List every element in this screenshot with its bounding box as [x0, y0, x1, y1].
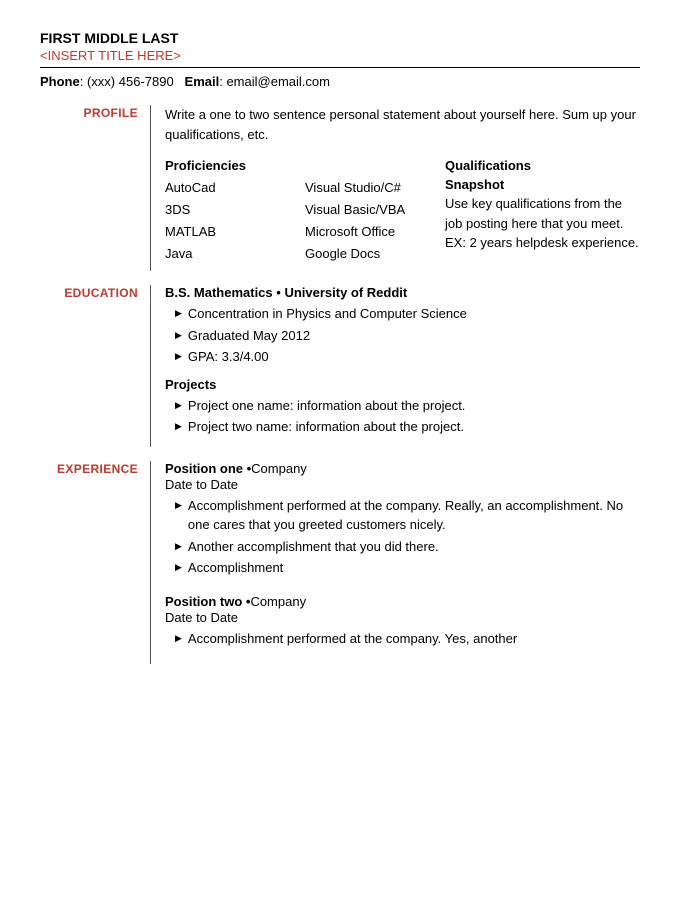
position-2-title: Position two •Company [165, 594, 640, 609]
position-1-dates: Date to Date [165, 477, 640, 492]
degree-title: B.S. Mathematics • University of Reddit [165, 285, 640, 300]
project-2: Project two name: information about the … [165, 417, 640, 437]
qualifications-col: Qualifications Snapshot Use key qualific… [445, 158, 640, 265]
skills-grid: Proficiencies AutoCad 3DS MATLAB Java Vi… [165, 158, 640, 265]
prof-item-1: AutoCad [165, 177, 305, 199]
header-divider [40, 67, 640, 68]
prof-item-3: MATLAB [165, 221, 305, 243]
title-placeholder: <INSERT TITLE HERE> [40, 48, 640, 63]
profile-content: Write a one to two sentence personal sta… [150, 105, 640, 271]
position-1-bullets: Accomplishment performed at the company.… [165, 496, 640, 578]
edu-bullet-3: GPA: 3.3/4.00 [165, 347, 640, 367]
projects-bullets: Project one name: information about the … [165, 396, 640, 437]
pos1-accomplishment-2: Another accomplishment that you did ther… [165, 537, 640, 557]
position-2-dates: Date to Date [165, 610, 640, 625]
experience-label: EXPERIENCE [40, 461, 150, 665]
proficiencies-header: Proficiencies [165, 158, 305, 173]
email-label: Email [185, 74, 220, 89]
snapshot-text: Use key qualifications from the job post… [445, 194, 640, 253]
position-1-company: Company [251, 461, 307, 476]
header: FIRST MIDDLE LAST <INSERT TITLE HERE> Ph… [40, 30, 640, 89]
prof-item-7: Microsoft Office [305, 221, 445, 243]
snapshot-title: Snapshot [445, 177, 640, 192]
phone-value: (xxx) 456-7890 [87, 74, 174, 89]
project-1: Project one name: information about the … [165, 396, 640, 416]
position-1-title: Position one •Company [165, 461, 640, 476]
prof-item-2: 3DS [165, 199, 305, 221]
prof-item-4: Java [165, 243, 305, 265]
experience-section: EXPERIENCE Position one •Company Date to… [40, 461, 640, 665]
pos2-accomplishment-1: Accomplishment performed at the company.… [165, 629, 640, 649]
pos1-accomplishment-3: Accomplishment [165, 558, 640, 578]
full-name: FIRST MIDDLE LAST [40, 30, 640, 46]
qualifications-header: Qualifications [445, 158, 640, 173]
proficiencies-col2-spacer [305, 158, 445, 173]
edu-bullet-1: Concentration in Physics and Computer Sc… [165, 304, 640, 324]
contact-info: Phone: (xxx) 456-7890 Email: email@email… [40, 74, 640, 89]
phone-label: Phone [40, 74, 80, 89]
pos1-accomplishment-1: Accomplishment performed at the company.… [165, 496, 640, 535]
position-1: Position one •Company Date to Date Accom… [165, 461, 640, 578]
proficiencies-col1: Proficiencies AutoCad 3DS MATLAB Java [165, 158, 305, 265]
position-2-bullets: Accomplishment performed at the company.… [165, 629, 640, 649]
prof-item-6: Visual Basic/VBA [305, 199, 445, 221]
proficiencies-col2: Visual Studio/C# Visual Basic/VBA Micros… [305, 158, 445, 265]
profile-statement: Write a one to two sentence personal sta… [165, 105, 640, 144]
education-section: EDUCATION B.S. Mathematics • University … [40, 285, 640, 447]
edu-bullet-2: Graduated May 2012 [165, 326, 640, 346]
profile-section: PROFILE Write a one to two sentence pers… [40, 105, 640, 271]
university-name: University of Reddit [284, 285, 407, 300]
profile-label: PROFILE [40, 105, 150, 271]
education-bullets: Concentration in Physics and Computer Sc… [165, 304, 640, 367]
prof-item-5: Visual Studio/C# [305, 177, 445, 199]
prof-item-8: Google Docs [305, 243, 445, 265]
education-content: B.S. Mathematics • University of Reddit … [150, 285, 640, 447]
email-value: email@email.com [226, 74, 330, 89]
position-2-company: Company [250, 594, 306, 609]
education-label: EDUCATION [40, 285, 150, 447]
projects-title: Projects [165, 377, 640, 392]
degree-name: B.S. Mathematics [165, 285, 273, 300]
position-2: Position two •Company Date to Date Accom… [165, 594, 640, 649]
experience-content: Position one •Company Date to Date Accom… [150, 461, 640, 665]
